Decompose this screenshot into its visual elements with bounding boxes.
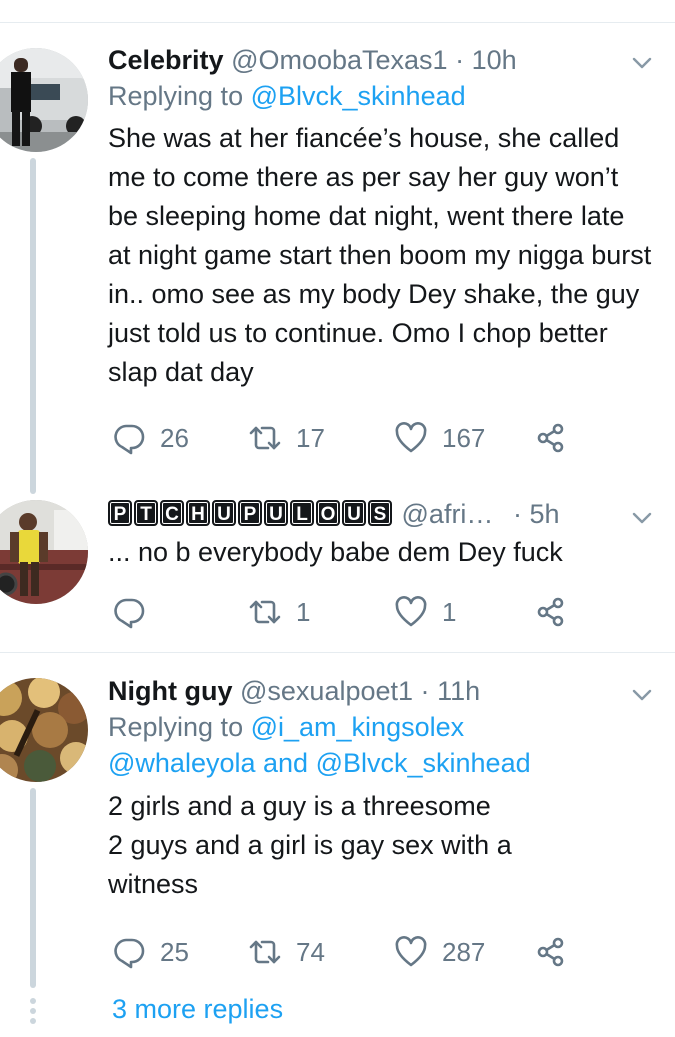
- separator-dot: ·: [455, 45, 465, 75]
- like-icon: [395, 422, 427, 453]
- thread-continuation-dots: [30, 998, 36, 1028]
- name-letter: H: [186, 500, 210, 526]
- name-letter: U: [264, 500, 288, 526]
- avatar[interactable]: [0, 48, 88, 152]
- separator-dot: ·: [512, 499, 522, 529]
- mention-link[interactable]: @Blvck_skinhead: [251, 81, 466, 111]
- share-icon: [537, 597, 564, 627]
- retweet-button[interactable]: 17: [248, 418, 325, 458]
- user-handle[interactable]: @afri…: [402, 499, 494, 529]
- chevron-down-icon[interactable]: [631, 52, 653, 74]
- tweet-text-line: 2 guys and a girl is gay sex with a witn…: [108, 830, 512, 899]
- retweet-count: 1: [296, 596, 311, 627]
- user-handle[interactable]: @sexualpoet1: [240, 676, 413, 706]
- like-count: 1: [442, 596, 457, 627]
- mention-link[interactable]: @Blvck_skinhead: [316, 748, 531, 778]
- reply-button[interactable]: 25: [112, 932, 189, 972]
- display-name[interactable]: Celebrity: [108, 45, 224, 75]
- like-button[interactable]: 167: [394, 418, 485, 458]
- thread-line: [30, 788, 36, 988]
- retweet-button[interactable]: 1: [248, 592, 310, 632]
- name-letter: C: [160, 500, 184, 526]
- reply-icon: [114, 938, 145, 969]
- more-replies-link[interactable]: 3 more replies: [112, 994, 283, 1025]
- retweet-icon: [249, 600, 281, 624]
- timestamp[interactable]: 5h: [529, 499, 559, 529]
- mention-link[interactable]: @whaleyola: [108, 748, 256, 778]
- share-button[interactable]: [534, 418, 568, 458]
- reply-icon: [114, 424, 145, 455]
- replying-to: Replying to @Blvck_skinhead: [108, 78, 655, 114]
- reply-count: 26: [160, 422, 189, 453]
- name-letter: L: [290, 500, 314, 526]
- chevron-down-icon[interactable]: [631, 684, 653, 706]
- timestamp[interactable]: 10h: [472, 45, 517, 75]
- like-count: 167: [442, 422, 486, 453]
- timestamp[interactable]: 11h: [437, 676, 480, 706]
- share-icon: [537, 937, 564, 967]
- tweet-text: ... no b everybody babe dem Dey fuck: [108, 537, 563, 567]
- replying-prefix: Replying to: [108, 81, 244, 111]
- avatar[interactable]: [0, 500, 88, 604]
- replying-and: and: [263, 748, 309, 778]
- share-icon: [537, 423, 564, 453]
- tweet-header: Night guy @sexualpoet1 · 11h: [108, 674, 655, 708]
- retweet-icon: [249, 940, 281, 964]
- tweet-actions: 26 17 167: [108, 418, 578, 458]
- top-divider: [0, 22, 675, 23]
- tweet-text-line: 2 girls and a guy is a threesome: [108, 791, 491, 821]
- retweet-count: 74: [296, 936, 325, 967]
- display-name[interactable]: Night guy: [108, 676, 232, 706]
- like-icon: [395, 596, 427, 627]
- replying-prefix: Replying to: [108, 712, 244, 742]
- retweet-button[interactable]: 74: [248, 932, 325, 972]
- chevron-down-icon[interactable]: [631, 507, 653, 529]
- tweet-header: Celebrity @OmoobaTexas1 · 10h: [108, 43, 655, 77]
- tweet-actions: 25 74 287: [108, 932, 578, 972]
- reply-icon: [114, 598, 145, 629]
- retweet-count: 17: [296, 422, 325, 453]
- reply-button[interactable]: [112, 592, 160, 632]
- tweet-text: 2 girls and a guy is a threesome 2 guys …: [108, 787, 578, 904]
- tweet-text: She was at her fiancée’s house, she call…: [108, 123, 652, 387]
- tweet-header: PTCHUPULOUS @afri… · 5h: [108, 497, 655, 531]
- tweet-actions: 1 1: [108, 592, 578, 632]
- like-button[interactable]: 1: [394, 592, 456, 632]
- replying-to: Replying to @i_am_kingsolex @whaleyola a…: [108, 709, 655, 781]
- name-letter: P: [238, 500, 262, 526]
- name-letter: U: [212, 500, 236, 526]
- mention-link[interactable]: @i_am_kingsolex: [251, 712, 465, 742]
- name-letter: T: [134, 500, 158, 526]
- like-icon: [395, 936, 427, 967]
- name-letter: S: [368, 500, 392, 526]
- name-letter: O: [316, 500, 340, 526]
- avatar[interactable]: [0, 678, 88, 782]
- user-handle[interactable]: @OmoobaTexas1: [231, 45, 448, 75]
- reply-button[interactable]: 26: [112, 418, 189, 458]
- like-count: 287: [442, 936, 486, 967]
- name-letter: P: [108, 500, 132, 526]
- retweet-icon: [249, 426, 281, 450]
- display-name[interactable]: PTCHUPULOUS: [108, 499, 402, 529]
- share-button[interactable]: [534, 932, 568, 972]
- tweet-divider: [0, 652, 675, 653]
- thread-line: [30, 158, 36, 494]
- separator-dot: ·: [420, 676, 430, 706]
- share-button[interactable]: [534, 592, 568, 632]
- name-letter: U: [342, 500, 366, 526]
- like-button[interactable]: 287: [394, 932, 485, 972]
- reply-count: 25: [160, 936, 189, 967]
